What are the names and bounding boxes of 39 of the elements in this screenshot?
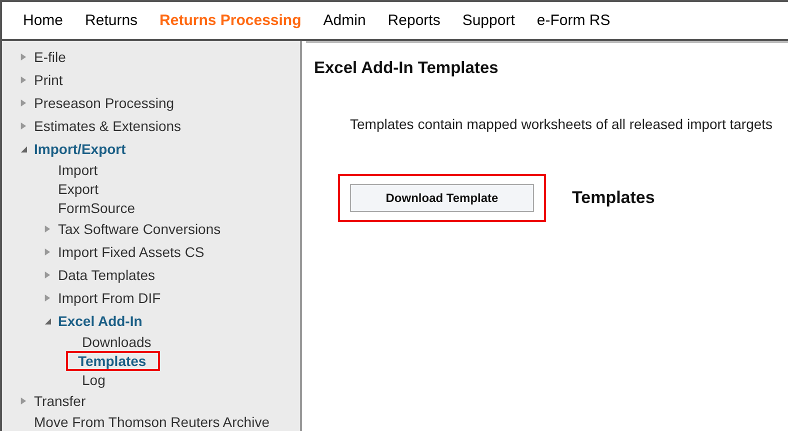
sidebar-item[interactable]: Import Fixed Assets CS [54, 242, 208, 262]
expand-triangle-icon[interactable] [20, 98, 27, 108]
sidebar-item[interactable]: Log [78, 370, 110, 390]
nav-tab[interactable]: Support [451, 12, 526, 29]
expand-triangle-icon[interactable] [44, 270, 51, 280]
section-label: Templates [572, 188, 655, 208]
sidebar-item[interactable]: Estimates & Extensions [30, 116, 186, 136]
nav-tab[interactable]: Home [12, 12, 74, 29]
sidebar-item[interactable]: Tax Software Conversions [54, 218, 225, 238]
sidebar-item[interactable]: Print [30, 70, 67, 90]
description-text: Templates contain mapped worksheets of all released import targets [350, 116, 774, 132]
expand-triangle-icon[interactable] [44, 224, 51, 234]
expand-triangle-icon[interactable] [44, 246, 51, 256]
nav-tab[interactable]: e-Form RS [526, 12, 622, 29]
sidebar-item[interactable]: Import From DIF [54, 288, 165, 308]
collapse-triangle-icon[interactable] [44, 316, 51, 326]
expand-triangle-icon[interactable] [20, 396, 27, 406]
expand-triangle-icon[interactable] [20, 52, 27, 62]
expand-triangle-icon[interactable] [44, 292, 51, 302]
sidebar-item[interactable]: Import/Export [30, 138, 130, 158]
sidebar-item[interactable]: Transfer [30, 390, 90, 410]
sidebar-item[interactable]: Move From Thomson Reuters Archive [30, 412, 274, 431]
expand-triangle-icon[interactable] [20, 74, 27, 84]
sidebar-item[interactable]: Templates [66, 350, 160, 370]
nav-tab[interactable]: Returns [74, 12, 149, 29]
page-title: Excel Add-In Templates [314, 59, 500, 78]
sidebar-item[interactable]: Downloads [78, 332, 156, 352]
sidebar-item[interactable]: E-file [30, 46, 70, 66]
nav-tab[interactable]: Reports [376, 12, 452, 29]
expand-triangle-icon[interactable] [20, 120, 27, 130]
download-template-button[interactable]: Download Template [350, 184, 534, 212]
nav-tab[interactable]: Admin [312, 12, 377, 29]
sidebar-item[interactable]: FormSource [54, 198, 140, 218]
sidebar-item[interactable]: Excel Add-In [54, 310, 146, 330]
sidebar-item[interactable]: Export [54, 178, 102, 198]
sidebar-item[interactable]: Import [54, 160, 102, 180]
collapse-triangle-icon[interactable] [20, 144, 27, 154]
sidebar-item[interactable]: Preseason Processing [30, 92, 178, 112]
sidebar-item[interactable]: Data Templates [54, 264, 160, 284]
